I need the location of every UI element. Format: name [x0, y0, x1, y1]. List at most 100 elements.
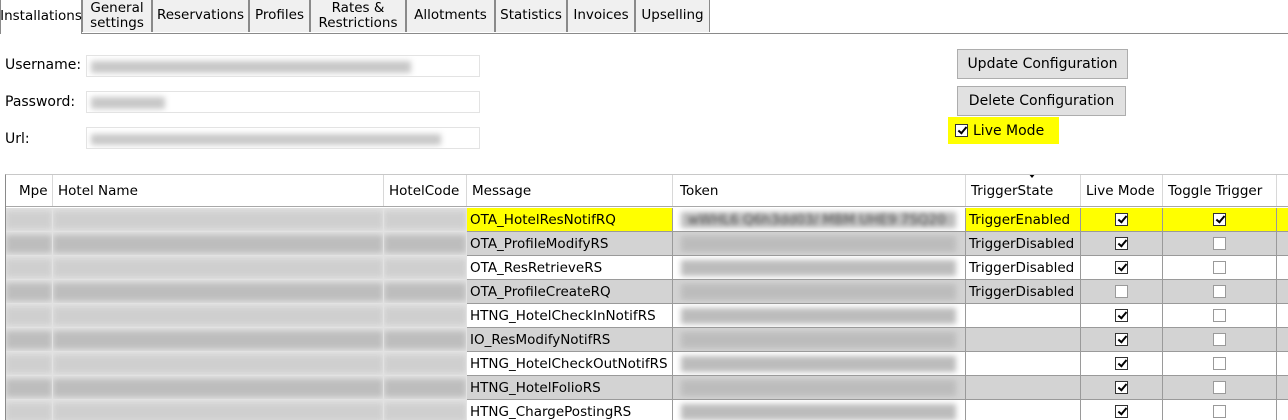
url-field[interactable] — [86, 127, 480, 149]
table-row[interactable]: HTNG_ChargePostingRS — [6, 400, 1288, 420]
live-mode-checkbox[interactable] — [955, 124, 968, 137]
hotel-name-cell[interactable] — [53, 232, 384, 256]
hotel-name-cell[interactable] — [53, 352, 384, 376]
hotelcode-cell[interactable] — [384, 280, 467, 304]
token-cell[interactable] — [673, 280, 966, 304]
hotel-name-cell[interactable] — [53, 304, 384, 328]
tab-profiles[interactable]: Profiles — [249, 0, 310, 32]
tab-reservations[interactable]: Reservations — [152, 0, 249, 32]
hotelcode-cell[interactable] — [384, 328, 467, 352]
col-hotel-name[interactable]: Hotel Name — [53, 175, 384, 206]
hotel-name-cell[interactable] — [53, 328, 384, 352]
message-cell[interactable]: OTA_ProfileCreateRQ — [467, 280, 673, 304]
live-mode-checkbox[interactable] — [1115, 405, 1128, 418]
table-row[interactable]: OTA_HotelResNotifRQ wWHL6 Q6h3dd03/ MBM U… — [6, 208, 1288, 232]
tab-allotments[interactable]: Allotments — [406, 0, 495, 32]
mpe-cell[interactable] — [6, 280, 53, 304]
col-triggerstate[interactable]: TriggerState — [966, 175, 1081, 206]
trigger-state-cell[interactable]: TriggerDisabled — [966, 256, 1081, 280]
delete-configuration-button[interactable]: Delete Configuration — [957, 86, 1126, 116]
hotel-name-cell[interactable] — [53, 208, 384, 232]
toggle-trigger-checkbox[interactable] — [1213, 333, 1226, 346]
message-cell[interactable]: IO_ResModifyNotifRS — [467, 328, 673, 352]
update-configuration-button[interactable]: Update Configuration — [957, 49, 1128, 79]
toggle-trigger-checkbox[interactable] — [1213, 405, 1226, 418]
col-token[interactable]: Token — [673, 175, 966, 206]
mpe-cell[interactable] — [6, 256, 53, 280]
token-cell[interactable] — [673, 304, 966, 328]
trigger-state-cell[interactable] — [966, 328, 1081, 352]
trigger-state-cell[interactable]: TriggerDisabled — [966, 232, 1081, 256]
trigger-state-cell[interactable] — [966, 400, 1081, 420]
token-cell[interactable] — [673, 352, 966, 376]
hotel-name-cell[interactable] — [53, 280, 384, 304]
live-mode-checkbox[interactable] — [1115, 213, 1128, 226]
hotelcode-cell[interactable] — [384, 376, 467, 400]
tab-rates-restrictions[interactable]: Rates & Restrictions — [310, 0, 406, 32]
toggle-trigger-checkbox[interactable] — [1213, 285, 1226, 298]
username-field[interactable] — [86, 55, 480, 77]
toggle-trigger-checkbox[interactable] — [1213, 261, 1226, 274]
live-mode-checkbox[interactable] — [1115, 309, 1128, 322]
trigger-state-cell[interactable]: TriggerDisabled — [966, 280, 1081, 304]
token-cell[interactable] — [673, 328, 966, 352]
col-toggle-trigger[interactable]: Toggle Trigger — [1163, 175, 1277, 206]
trigger-state-cell[interactable] — [966, 352, 1081, 376]
live-mode-checkbox[interactable] — [1115, 381, 1128, 394]
col-hotelcode[interactable]: HotelCode — [384, 175, 467, 206]
table-row[interactable]: IO_ResModifyNotifRS — [6, 328, 1288, 352]
hotelcode-cell[interactable] — [384, 232, 467, 256]
mpe-cell[interactable] — [6, 304, 53, 328]
mpe-cell[interactable] — [6, 352, 53, 376]
col-live-mode[interactable]: Live Mode — [1081, 175, 1163, 206]
hotel-name-cell[interactable] — [53, 376, 384, 400]
table-row[interactable]: OTA_ProfileModifyRS TriggerDisabled — [6, 232, 1288, 256]
col-message[interactable]: Message — [467, 175, 673, 206]
token-cell[interactable] — [673, 256, 966, 280]
password-field[interactable] — [86, 91, 480, 113]
live-mode-checkbox[interactable] — [1115, 285, 1128, 298]
table-row[interactable]: HTNG_HotelFolioRS — [6, 376, 1288, 400]
live-mode-toggle[interactable]: Live Mode — [948, 117, 1059, 144]
tab-upselling[interactable]: Upselling — [635, 0, 710, 32]
hotel-name-cell[interactable] — [53, 400, 384, 420]
mpe-cell[interactable] — [6, 232, 53, 256]
table-row[interactable]: OTA_ProfileCreateRQ TriggerDisabled — [6, 280, 1288, 304]
hotelcode-cell[interactable] — [384, 352, 467, 376]
live-mode-checkbox[interactable] — [1115, 261, 1128, 274]
token-cell[interactable] — [673, 400, 966, 420]
mpe-cell[interactable] — [6, 376, 53, 400]
hotelcode-cell[interactable] — [384, 400, 467, 420]
message-cell[interactable]: OTA_ProfileModifyRS — [467, 232, 673, 256]
tab-statistics[interactable]: Statistics — [495, 0, 567, 32]
mpe-cell[interactable] — [6, 208, 53, 232]
toggle-trigger-checkbox[interactable] — [1213, 381, 1226, 394]
mpe-cell[interactable] — [6, 328, 53, 352]
col-mpe[interactable]: Mpe — [6, 175, 53, 206]
token-cell[interactable] — [673, 232, 966, 256]
hotelcode-cell[interactable] — [384, 304, 467, 328]
message-cell[interactable]: HTNG_HotelCheckInNotifRS — [467, 304, 673, 328]
toggle-trigger-checkbox[interactable] — [1213, 309, 1226, 322]
trigger-state-cell[interactable] — [966, 376, 1081, 400]
live-mode-checkbox[interactable] — [1115, 357, 1128, 370]
table-row[interactable]: OTA_ResRetrieveRS TriggerDisabled — [6, 256, 1288, 280]
message-cell[interactable]: HTNG_HotelFolioRS — [467, 376, 673, 400]
toggle-trigger-checkbox[interactable] — [1213, 357, 1226, 370]
tab-installations[interactable]: Installations — [0, 0, 82, 34]
table-row[interactable]: HTNG_HotelCheckOutNotifRS — [6, 352, 1288, 376]
message-cell[interactable]: OTA_HotelResNotifRQ — [467, 208, 673, 232]
hotelcode-cell[interactable] — [384, 208, 467, 232]
mpe-cell[interactable] — [6, 400, 53, 420]
token-cell[interactable] — [673, 376, 966, 400]
toggle-trigger-checkbox[interactable] — [1213, 213, 1226, 226]
token-cell[interactable]: wWHL6 Q6h3dd03/ MBM UHE9 7SQ20 — [673, 208, 966, 232]
live-mode-checkbox[interactable] — [1115, 237, 1128, 250]
tab-invoices[interactable]: Invoices — [567, 0, 635, 32]
message-cell[interactable]: HTNG_ChargePostingRS — [467, 400, 673, 420]
live-mode-checkbox[interactable] — [1115, 333, 1128, 346]
trigger-state-cell[interactable]: TriggerEnabled — [966, 208, 1081, 232]
message-cell[interactable]: OTA_ResRetrieveRS — [467, 256, 673, 280]
trigger-state-cell[interactable] — [966, 304, 1081, 328]
table-row[interactable]: HTNG_HotelCheckInNotifRS — [6, 304, 1288, 328]
